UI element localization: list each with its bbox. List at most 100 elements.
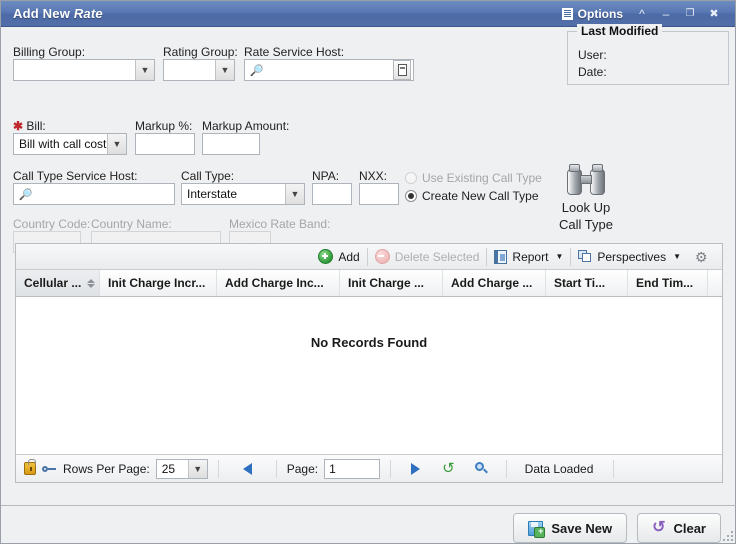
- search-icon[interactable]: [475, 462, 488, 475]
- list-icon: [562, 8, 573, 20]
- rows-per-page-value: 25: [157, 462, 188, 476]
- grid-column-label: Add Charge Inc...: [225, 276, 324, 290]
- grid-column-label: Init Charge ...: [348, 276, 424, 290]
- grid-column-label: Cellular ...: [24, 276, 81, 290]
- billing-group-select[interactable]: ▼: [13, 59, 155, 81]
- grid-toolbar: Add Delete Selected Report ▼ Perspective…: [16, 244, 722, 270]
- markup-percent-label: Markup %:: [135, 119, 192, 133]
- radio-create-new-call-type[interactable]: Create New Call Type: [405, 189, 539, 203]
- resize-grip[interactable]: [719, 527, 733, 541]
- previous-page-button[interactable]: [243, 463, 252, 475]
- next-page-button[interactable]: [411, 463, 420, 475]
- add-button[interactable]: Add: [311, 246, 366, 268]
- grid-column-header[interactable]: Add Charge ...: [443, 270, 546, 296]
- mexico-rate-band-label: Mexico Rate Band:: [229, 217, 330, 231]
- footer-divider: [276, 460, 277, 478]
- add-new-rate-window: Add New Rate Options ^ – ❐ ✖ Billing Gro…: [0, 0, 736, 544]
- plus-circle-icon: [318, 249, 333, 264]
- close-icon[interactable]: ✖: [703, 4, 725, 24]
- binoculars-icon: [564, 163, 608, 197]
- country-code-label: Country Code:: [13, 217, 90, 231]
- no-records-message: No Records Found: [16, 335, 722, 350]
- collapse-icon[interactable]: ^: [631, 4, 653, 24]
- minimize-icon[interactable]: –: [655, 4, 677, 24]
- grid-settings-button[interactable]: ⚙: [688, 246, 716, 268]
- last-modified-legend: Last Modified: [577, 24, 662, 38]
- save-new-button[interactable]: + Save New: [513, 513, 627, 543]
- minus-circle-icon: [375, 249, 390, 264]
- clear-button[interactable]: ↺ Clear: [637, 513, 721, 543]
- footer-divider: [613, 460, 614, 478]
- clear-label: Clear: [673, 521, 706, 536]
- chevron-down-icon: ▼: [555, 252, 563, 261]
- call-type-value: Interstate: [182, 187, 285, 201]
- title-entity: Rate: [74, 6, 103, 21]
- last-modified-date-label: Date:: [578, 65, 607, 79]
- grid-status: Data Loaded: [525, 462, 594, 476]
- rating-group-label: Rating Group:: [163, 45, 238, 59]
- grid-column-header[interactable]: Add Charge Inc...: [217, 270, 340, 296]
- rating-group-select[interactable]: ▼: [163, 59, 235, 81]
- action-buttons: + Save New ↺ Clear: [513, 513, 721, 543]
- bill-select[interactable]: Bill with call cost ▼: [13, 133, 127, 155]
- options-label: Options: [578, 7, 623, 21]
- chevron-down-icon: ▼: [215, 60, 234, 80]
- call-type-service-host-input[interactable]: 🔍: [13, 183, 175, 205]
- call-type-select[interactable]: Interstate ▼: [181, 183, 305, 205]
- save-new-label: Save New: [551, 521, 612, 536]
- markup-amount-input[interactable]: [202, 133, 260, 155]
- look-up-call-type-button[interactable]: Look Up Call Type: [531, 163, 641, 233]
- footer-divider: [1, 505, 736, 506]
- last-modified-user-label: User:: [578, 48, 607, 62]
- grid-body: No Records Found: [16, 297, 722, 455]
- lock-icon[interactable]: [24, 462, 36, 475]
- bill-label: ✱ Bill:: [13, 119, 46, 133]
- bill-label-text: Bill:: [26, 119, 45, 133]
- key-icon[interactable]: [42, 462, 57, 475]
- call-type-label: Call Type:: [181, 169, 234, 183]
- chevron-down-icon: ▼: [673, 252, 681, 261]
- grid-column-header[interactable]: Cellular ...: [16, 270, 100, 296]
- refresh-arrows-icon: ↺: [652, 520, 665, 536]
- radio-icon-selected: [405, 190, 417, 202]
- page-input[interactable]: [324, 459, 380, 479]
- radio-use-existing-call-type[interactable]: Use Existing Call Type: [405, 171, 542, 185]
- bill-value: Bill with call cost: [14, 137, 107, 151]
- options-button[interactable]: Options: [556, 5, 629, 23]
- nxx-label: NXX:: [359, 169, 387, 183]
- report-icon: [494, 250, 507, 264]
- grid-column-header[interactable]: Start Ti...: [546, 270, 628, 296]
- grid-column-label: End Tim...: [636, 276, 693, 290]
- delete-selected-label: Delete Selected: [395, 250, 480, 264]
- rows-per-page-select[interactable]: 25 ▼: [156, 459, 208, 479]
- perspectives-menu[interactable]: Perspectives ▼: [571, 246, 688, 268]
- refresh-icon[interactable]: ↺: [442, 462, 455, 475]
- delete-selected-button[interactable]: Delete Selected: [368, 246, 487, 268]
- restore-icon[interactable]: ❐: [679, 4, 701, 24]
- country-name-label: Country Name:: [91, 217, 172, 231]
- footer-divider: [506, 460, 507, 478]
- report-menu[interactable]: Report ▼: [487, 246, 570, 268]
- rates-grid: Add Delete Selected Report ▼ Perspective…: [15, 243, 723, 483]
- grid-column-header[interactable]: End Tim...: [628, 270, 708, 296]
- nxx-input[interactable]: [359, 183, 399, 205]
- grid-column-header[interactable]: Init Charge Incr...: [100, 270, 217, 296]
- search-icon: 🔍: [250, 64, 264, 77]
- markup-amount-label: Markup Amount:: [202, 119, 289, 133]
- chevron-down-icon: ▼: [285, 184, 304, 204]
- npa-label: NPA:: [312, 169, 339, 183]
- rate-service-host-picker-button[interactable]: [393, 60, 411, 80]
- grid-column-header[interactable]: Init Charge ...: [340, 270, 443, 296]
- radio-create-new-label: Create New Call Type: [422, 189, 539, 203]
- look-up-line1: Look Up: [531, 199, 641, 216]
- look-up-line2: Call Type: [531, 216, 641, 233]
- search-icon: 🔍: [19, 188, 33, 201]
- add-label: Add: [338, 250, 359, 264]
- grid-header-row: Cellular ... Init Charge Incr... Add Charg…: [16, 270, 722, 297]
- footer-divider: [390, 460, 391, 478]
- rate-service-host-input[interactable]: 🔍: [244, 59, 414, 81]
- markup-percent-input[interactable]: [135, 133, 195, 155]
- npa-input[interactable]: [312, 183, 352, 205]
- grid-footer: Rows Per Page: 25 ▼ Page: ↺ Data Loaded: [16, 454, 722, 482]
- grid-column-label: Start Ti...: [554, 276, 605, 290]
